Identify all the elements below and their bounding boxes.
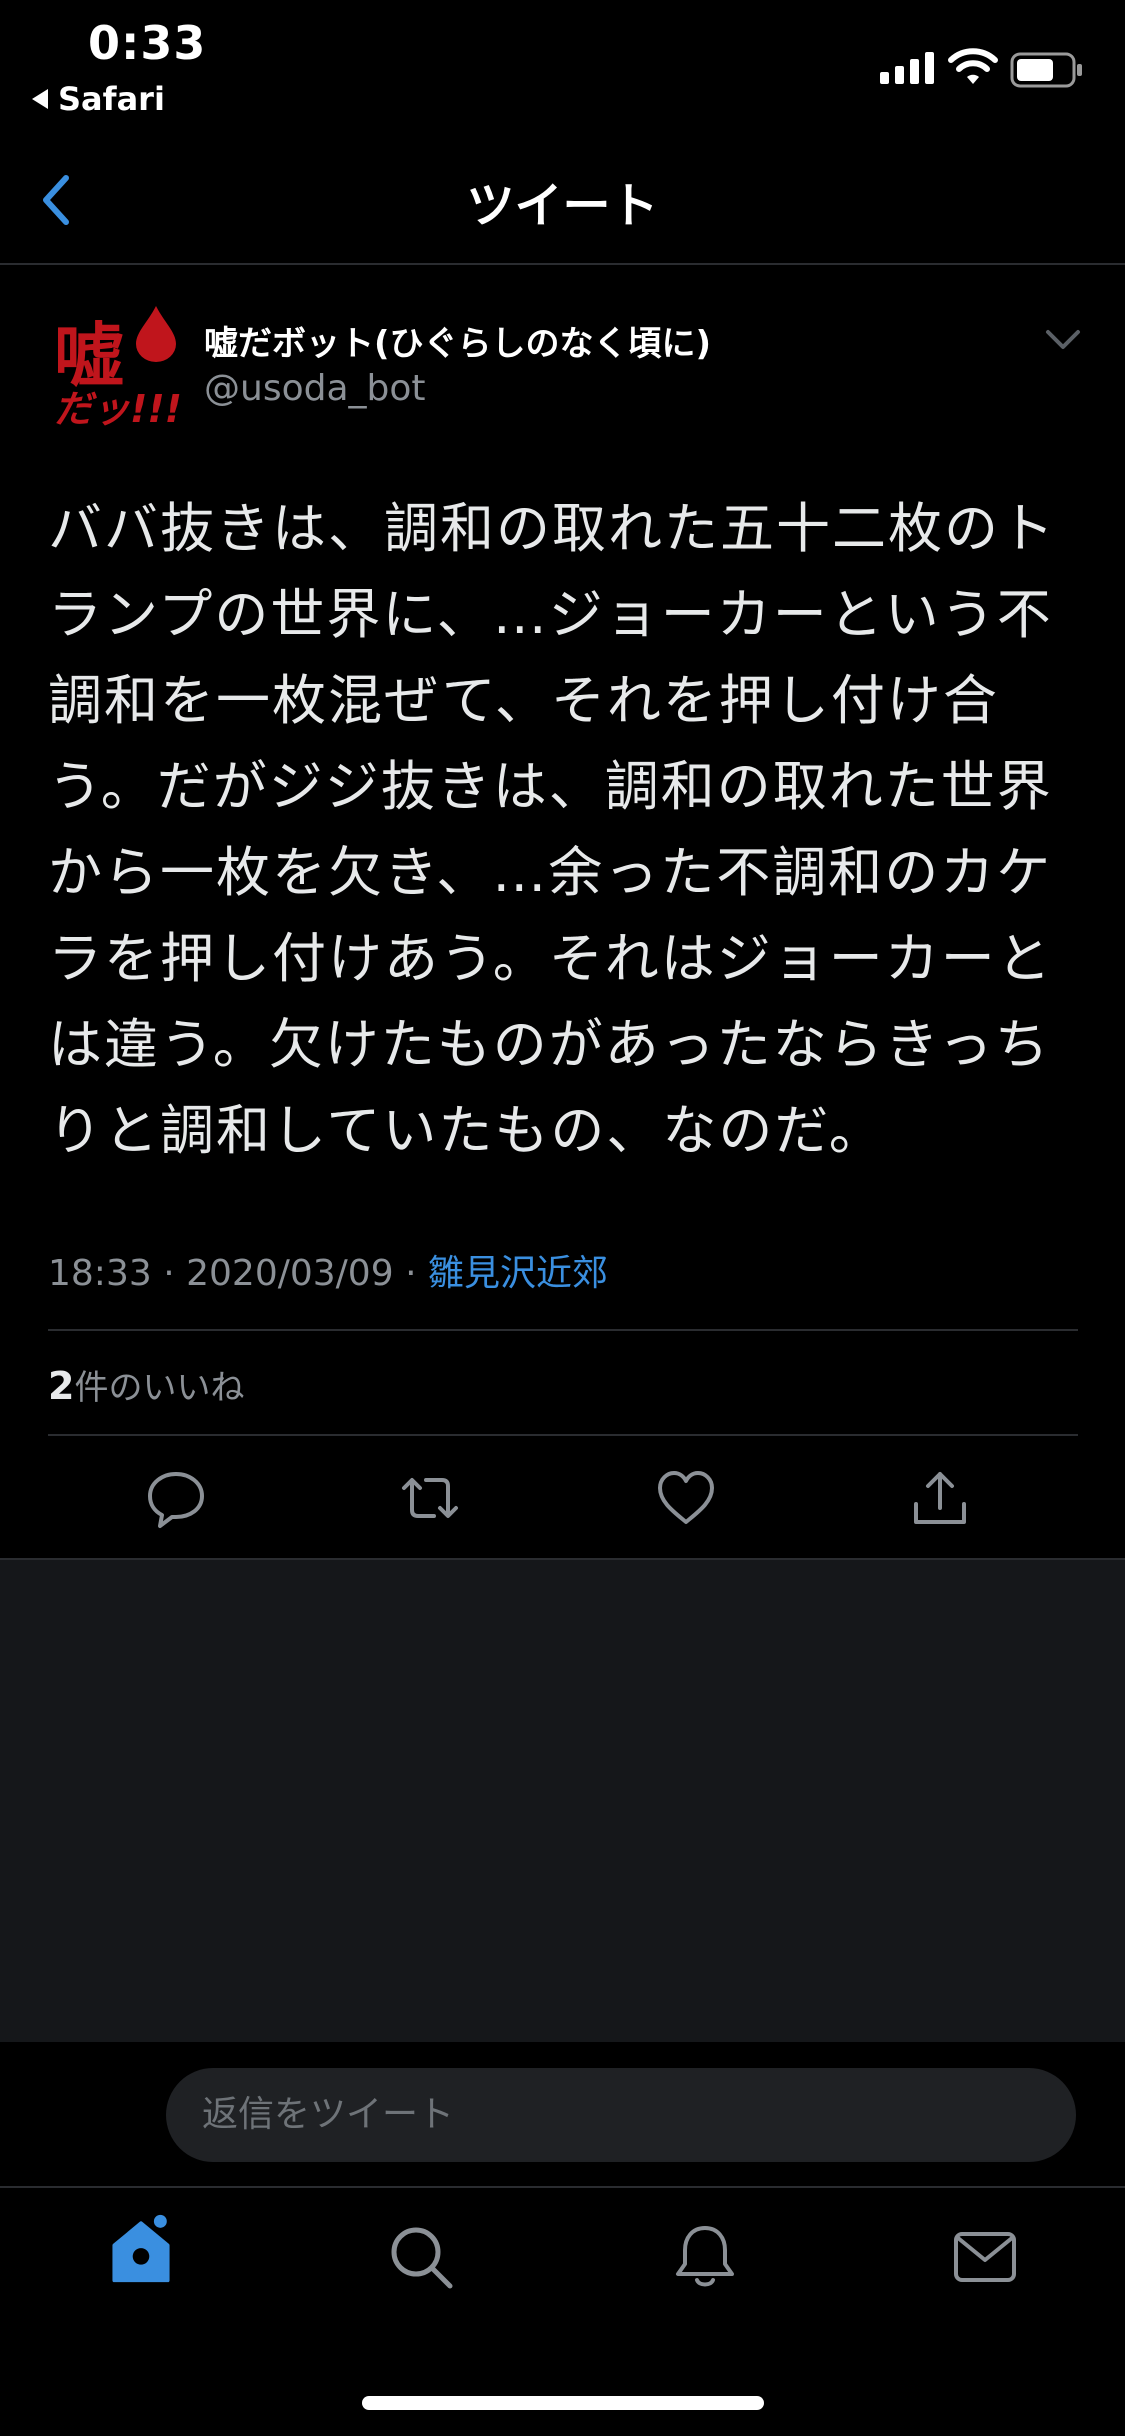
- tweet-location-link[interactable]: 雛見沢近郊: [428, 1253, 608, 1294]
- share-icon[interactable]: [908, 1466, 972, 1530]
- notifications-icon[interactable]: [670, 2222, 740, 2292]
- nav-divider: [0, 263, 1125, 265]
- home-icon[interactable]: [106, 2214, 176, 2284]
- reply-input[interactable]: 返信をツイート: [166, 2068, 1076, 2162]
- cellular-signal-icon: [880, 50, 934, 84]
- page-title: ツイート: [466, 178, 659, 234]
- meta-separator: ·: [405, 1253, 417, 1294]
- back-triangle-icon: [32, 89, 48, 109]
- likes-count: 2: [48, 1364, 75, 1408]
- user-handle[interactable]: @usoda_bot: [204, 368, 426, 409]
- back-to-app-button[interactable]: Safari: [32, 80, 165, 118]
- likes-divider: [48, 1434, 1078, 1436]
- tweet-date: 2020/03/09: [186, 1253, 394, 1294]
- tabbar-divider: [0, 2186, 1125, 2188]
- meta-divider: [48, 1329, 1078, 1331]
- tweet-meta: 18:33 · 2020/03/09 · 雛見沢近郊: [48, 1244, 608, 1296]
- tweet-time: 18:33: [48, 1253, 152, 1294]
- chevron-down-icon[interactable]: [1045, 328, 1081, 352]
- battery-icon: [1010, 52, 1082, 88]
- status-time: 0:33: [88, 16, 207, 70]
- tweet-text: ババ抜きは、調和の取れた五十二枚のトランプの世界に、…ジョーカーという不調和を一…: [48, 497, 1056, 1162]
- replies-area: [0, 1560, 1125, 2042]
- blood-drop-icon: [136, 306, 176, 362]
- likes-summary[interactable]: 2件のいいね: [48, 1360, 244, 1409]
- messages-icon[interactable]: [950, 2222, 1020, 2292]
- like-icon[interactable]: [654, 1466, 718, 1530]
- avatar[interactable]: 嘘 だッ!!!: [48, 298, 188, 428]
- meta-separator: ·: [163, 1253, 175, 1294]
- retweet-icon[interactable]: [398, 1466, 462, 1530]
- likes-label: 件のいいね: [74, 1368, 245, 1408]
- search-icon[interactable]: [386, 2222, 456, 2292]
- wifi-icon: [948, 48, 998, 84]
- display-name[interactable]: 嘘だボット(ひぐらしのなく頃に): [204, 316, 711, 365]
- reply-icon[interactable]: [144, 1466, 208, 1530]
- back-app-label: Safari: [58, 80, 165, 118]
- avatar-logo-subtext: だッ!!!: [54, 387, 182, 428]
- home-indicator[interactable]: [362, 2396, 764, 2410]
